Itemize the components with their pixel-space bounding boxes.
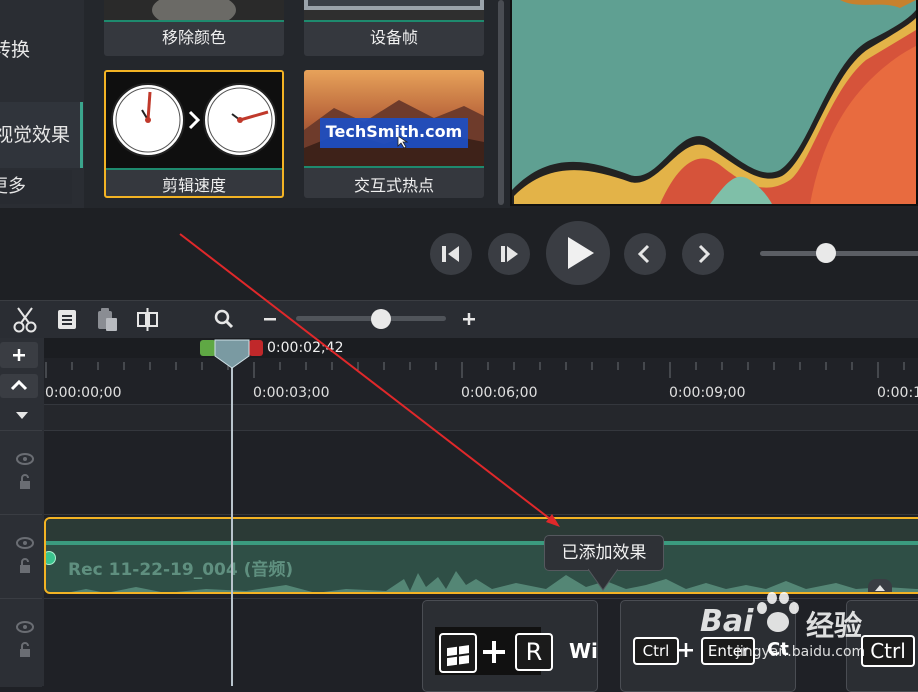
sidebar-item-visual-effects[interactable]: 视觉效果 bbox=[0, 102, 83, 168]
timeline-zoom-knob[interactable] bbox=[371, 309, 391, 329]
tooltip-pointer bbox=[588, 568, 618, 591]
add-track-button[interactable] bbox=[0, 342, 38, 368]
timeline-ruler-header bbox=[44, 338, 918, 358]
key-ctrl: Ctrl bbox=[633, 637, 679, 665]
hotspot-thumb-text: TechSmith.com bbox=[325, 122, 463, 141]
watermark-brand: Bai bbox=[700, 604, 754, 639]
effect-tile-remove-color[interactable]: 移除颜色 bbox=[104, 0, 284, 56]
magnifier-icon bbox=[214, 309, 234, 329]
effect-caption: 剪辑速度 bbox=[161, 176, 226, 195]
split-icon bbox=[137, 308, 158, 331]
playhead-handle[interactable] bbox=[213, 338, 251, 370]
device-frame-thumbnail bbox=[304, 0, 484, 22]
triangle-down-icon bbox=[16, 412, 28, 419]
windows-logo-icon bbox=[447, 645, 469, 667]
sidebar-item-transitions[interactable]: 转换 bbox=[0, 30, 74, 70]
watermark-url: jingyan.baidu.com bbox=[736, 644, 866, 660]
clipboard-icon bbox=[98, 308, 117, 331]
windows-key bbox=[439, 633, 477, 673]
plus-icon bbox=[483, 641, 505, 663]
canvas-artwork bbox=[510, 0, 918, 206]
effect-tile-device-frame[interactable]: 设备帧 bbox=[304, 0, 484, 56]
chevron-up-icon bbox=[10, 379, 28, 391]
track-header-3 bbox=[0, 430, 42, 515]
clip-volume-line[interactable] bbox=[46, 541, 918, 545]
key-r: R bbox=[515, 633, 553, 671]
step-back-icon bbox=[442, 246, 459, 262]
playback-slider-knob[interactable] bbox=[816, 243, 836, 263]
next-frame-button[interactable] bbox=[488, 233, 530, 275]
track-header-1 bbox=[0, 598, 42, 687]
clip-speed-thumbnail bbox=[106, 72, 282, 168]
clip-text: Wi bbox=[569, 639, 598, 663]
hotspot-thumbnail bbox=[304, 70, 484, 168]
play-button[interactable] bbox=[546, 221, 610, 285]
selection-end-handle[interactable] bbox=[249, 340, 263, 356]
effect-caption: 移除颜色 bbox=[161, 28, 226, 47]
effect-tile-clip-speed[interactable]: 剪辑速度 bbox=[104, 70, 284, 198]
ruler-label: 0:00:1 bbox=[877, 385, 918, 401]
paw-logo bbox=[757, 592, 799, 632]
split-button[interactable] bbox=[130, 301, 164, 337]
canvas-preview[interactable] bbox=[510, 0, 918, 206]
step-forward-icon bbox=[501, 246, 518, 262]
playhead-line bbox=[231, 360, 233, 686]
timeline-track-3[interactable] bbox=[44, 430, 918, 515]
clip-header-strip bbox=[46, 519, 918, 543]
chevron-left-icon bbox=[637, 244, 650, 264]
effect-underline bbox=[106, 168, 282, 170]
effect-added-tooltip: 已添加效果 bbox=[544, 535, 664, 571]
playhead-time: 0:00:02;42 bbox=[267, 340, 344, 356]
ruler-label: 0:00:06;00 bbox=[461, 385, 538, 401]
collapse-tracks-button[interactable] bbox=[0, 374, 38, 398]
playback-slider-track[interactable] bbox=[760, 251, 918, 256]
audio-clip[interactable]: Rec 11-22-19_004 (音频) bbox=[44, 517, 918, 594]
ruler-label: 0:00:00;00 bbox=[45, 385, 122, 401]
effect-caption: 设备帧 bbox=[369, 28, 418, 47]
ruler-ticks bbox=[45, 362, 905, 378]
sidebar-item-more[interactable]: 更多 bbox=[0, 170, 72, 204]
scissors-icon bbox=[13, 307, 37, 333]
shortcut-clip-1[interactable]: R Wi bbox=[422, 600, 598, 692]
plus-icon bbox=[13, 349, 25, 361]
next-marker-button[interactable] bbox=[682, 233, 724, 275]
minus-icon bbox=[264, 318, 276, 321]
previous-marker-button[interactable] bbox=[624, 233, 666, 275]
effects-gallery: 移除颜色 设备帧 剪辑速度 TechSmith.com 交互式热点 bbox=[84, 0, 510, 208]
effect-tile-interactive-hotspot[interactable]: TechSmith.com 交互式热点 bbox=[304, 70, 484, 198]
zoom-out-button[interactable] bbox=[255, 301, 285, 337]
zoom-fit-button[interactable] bbox=[207, 301, 241, 337]
copy-button[interactable] bbox=[50, 301, 84, 337]
watermark-brand-cn: 经验 bbox=[806, 609, 863, 642]
timeline-track-spacer bbox=[44, 404, 918, 431]
track-header-2 bbox=[0, 514, 42, 599]
effects-sidebar: 转换 视觉效果 更多 bbox=[0, 0, 84, 208]
eye-lock-icons[interactable] bbox=[0, 515, 42, 599]
previous-frame-button[interactable] bbox=[430, 233, 472, 275]
effect-caption: 交互式热点 bbox=[353, 176, 434, 195]
paste-button[interactable] bbox=[90, 301, 124, 337]
ruler-label: 0:00:09;00 bbox=[669, 385, 746, 401]
expand-tracks-button[interactable] bbox=[0, 404, 42, 428]
cut-button[interactable] bbox=[8, 301, 42, 337]
eye-lock-icons[interactable] bbox=[0, 599, 42, 687]
zoom-in-button[interactable] bbox=[454, 301, 484, 337]
eye-lock-icons[interactable] bbox=[0, 431, 42, 515]
remove-color-thumbnail bbox=[104, 0, 284, 22]
gallery-scrollbar[interactable] bbox=[498, 0, 504, 205]
chevron-right-icon bbox=[698, 244, 711, 264]
baidu-watermark: Bai 经验 jingyan.baidu.com bbox=[700, 590, 915, 660]
clip-label: Rec 11-22-19_004 (音频) bbox=[68, 560, 294, 580]
plus-icon bbox=[679, 643, 693, 657]
ruler-label: 0:00:03;00 bbox=[253, 385, 330, 401]
plus-icon bbox=[463, 313, 475, 325]
document-icon bbox=[58, 310, 76, 329]
play-icon bbox=[568, 237, 594, 269]
